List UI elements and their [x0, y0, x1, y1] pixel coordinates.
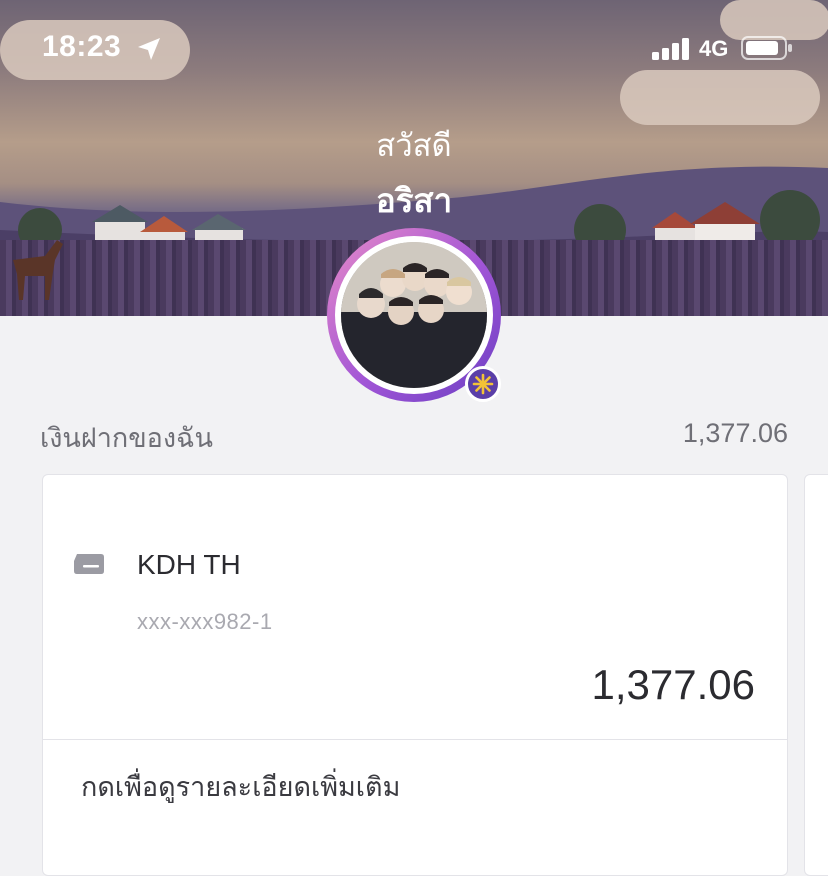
deposits-total: 1,377.06	[682, 418, 788, 448]
sparkle-icon	[472, 373, 494, 395]
account-number: xxx-xxx982-1	[137, 609, 273, 634]
location-arrow-icon	[138, 38, 160, 60]
avatar[interactable]	[327, 228, 501, 402]
card-icon	[74, 554, 104, 574]
avatar-photo	[341, 242, 487, 388]
network-type: 4G	[699, 36, 729, 61]
battery-icon	[741, 36, 792, 60]
avatar-badge	[465, 366, 501, 402]
next-account-card[interactable]	[804, 474, 828, 876]
status-time: 18:23	[42, 30, 122, 63]
bank-name: KDH TH	[137, 549, 241, 580]
signal-bars-icon	[652, 38, 689, 60]
account-card[interactable]: KDH TH xxx-xxx982-1 1,377.06 กดเพื่อดูรา…	[42, 474, 788, 876]
deposits-section-title: เงินฝากของฉัน	[40, 423, 213, 453]
status-bar: 18:23 4G	[0, 0, 828, 96]
account-balance: 1,377.06	[591, 661, 756, 708]
user-name: อริสา	[375, 182, 453, 219]
group-photo-image	[341, 242, 487, 388]
details-link[interactable]: กดเพื่อดูรายละเอียดเพิ่มเติม	[81, 765, 400, 808]
horse-icon	[13, 240, 63, 300]
card-divider	[43, 739, 787, 740]
greeting-text: สวัสดี	[376, 128, 452, 163]
